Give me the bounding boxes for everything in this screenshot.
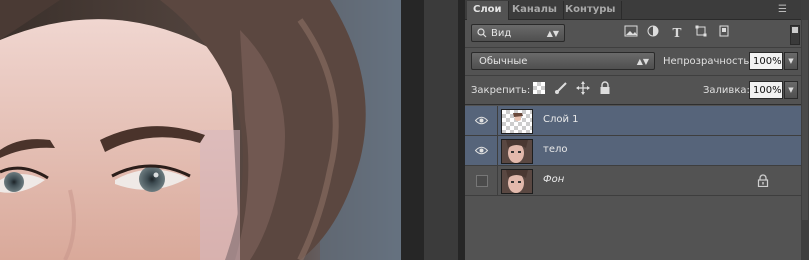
layers-panel: Слои Каналы Контуры ☰ Вид ▲▼ T Обычные ▲…: [465, 0, 809, 260]
lock-all-icon[interactable]: [599, 81, 611, 98]
search-icon: [477, 25, 487, 43]
lock-brush-icon[interactable]: [554, 81, 568, 98]
lock-transparency-icon[interactable]: [533, 82, 545, 94]
layer-filter-dropdown[interactable]: Вид ▲▼: [471, 24, 565, 42]
layer-thumbnail: [501, 109, 533, 134]
canvas-image: [0, 0, 401, 260]
workspace-gutter: [401, 0, 465, 260]
stepper-icon: ▲▼: [546, 29, 559, 38]
layer-name: Фон: [543, 174, 565, 185]
layer-thumbnail: [501, 139, 533, 164]
layer-filter-value: Вид: [491, 28, 512, 39]
opacity-label: Непрозрачность:: [663, 56, 753, 67]
divider: [465, 47, 801, 48]
eye-icon: [475, 146, 488, 155]
panel-tab-bar: Слои Каналы Контуры ☰: [465, 0, 801, 20]
layer-row[interactable]: Фон: [465, 166, 801, 196]
stepper-icon: ▲▼: [636, 57, 649, 66]
layer-thumbnail: [501, 169, 533, 194]
smart-object-filter-icon[interactable]: [716, 25, 732, 41]
visibility-toggle[interactable]: [465, 136, 498, 165]
hidden-visibility-box: [476, 175, 488, 187]
divider: [465, 104, 801, 105]
lock-position-icon[interactable]: [576, 81, 590, 98]
shape-filter-icon[interactable]: [693, 25, 709, 41]
fill-input[interactable]: 100%: [749, 81, 783, 99]
filter-toggle-switch[interactable]: [790, 25, 800, 45]
panel-menu-icon[interactable]: ☰: [778, 4, 787, 15]
document-canvas[interactable]: [0, 0, 401, 260]
visibility-toggle[interactable]: [465, 166, 498, 195]
layer-name: тело: [543, 144, 568, 155]
lock-icon[interactable]: [757, 174, 769, 187]
blend-mode-value: Обычные: [479, 56, 528, 67]
divider: [465, 75, 801, 76]
tab-paths[interactable]: Контуры: [559, 1, 623, 19]
fill-label: Заливка:: [703, 85, 750, 96]
opacity-dropdown-button[interactable]: ▼: [784, 52, 798, 70]
image-filter-icon[interactable]: [623, 25, 639, 41]
tab-channels[interactable]: Каналы: [506, 1, 564, 19]
fill-dropdown-button[interactable]: ▼: [784, 81, 798, 99]
scrollbar-thumb[interactable]: [802, 20, 808, 220]
panel-scrollbar[interactable]: [801, 0, 809, 260]
visibility-toggle[interactable]: [465, 106, 498, 135]
blend-mode-dropdown[interactable]: Обычные ▲▼: [471, 52, 655, 70]
gutter-divider: [401, 0, 424, 260]
lock-label: Закрепить:: [471, 85, 531, 96]
tab-layers[interactable]: Слои: [467, 1, 509, 20]
type-filter-icon[interactable]: T: [669, 25, 685, 41]
layer-row[interactable]: Слой 1: [465, 106, 801, 136]
eye-icon: [475, 116, 488, 125]
gutter-divider: [458, 0, 465, 260]
opacity-input[interactable]: 100%: [749, 52, 783, 70]
layer-row[interactable]: тело: [465, 136, 801, 166]
adjustment-filter-icon[interactable]: [645, 25, 661, 41]
layer-name: Слой 1: [543, 114, 579, 125]
